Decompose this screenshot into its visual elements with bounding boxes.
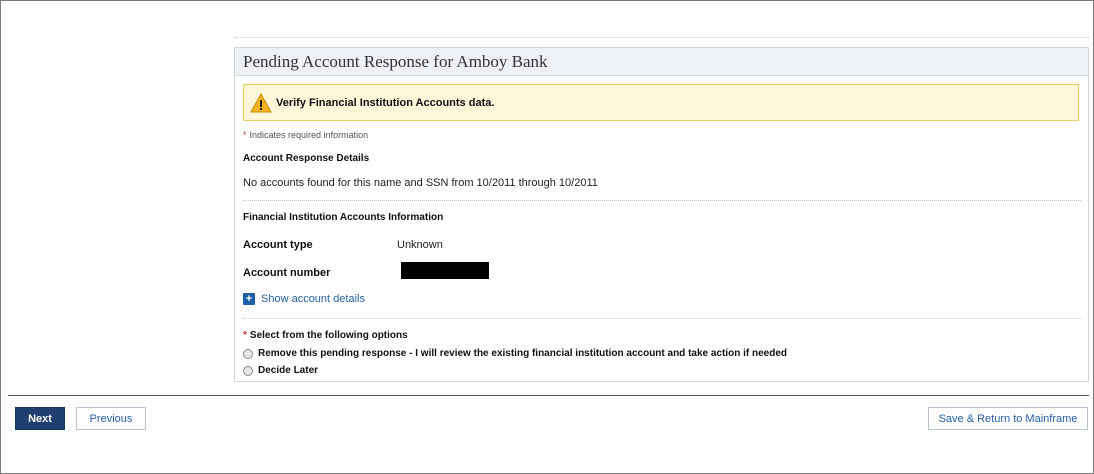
plus-icon: + [243,293,255,305]
show-account-details-link[interactable]: + Show account details [243,293,365,305]
top-divider [234,37,1089,38]
radio-button[interactable] [243,348,253,359]
required-star: * [243,130,247,140]
required-note: * Indicates required information [243,130,368,140]
radio-button[interactable] [243,365,253,376]
accounts-info-heading: Financial Institution Accounts Informati… [243,212,444,223]
required-star: * [243,330,247,341]
option-label: Decide Later [258,365,319,376]
option-label: Remove this pending response - I will re… [258,348,787,359]
section-divider [243,200,1081,201]
footer-divider [8,395,1089,396]
panel-header: Pending Account Response for Amboy Bank [235,48,1088,76]
next-button[interactable]: Next [15,407,65,430]
pending-response-panel: Pending Account Response for Amboy Bank … [234,47,1089,382]
account-number-redacted [401,262,489,279]
save-return-button[interactable]: Save & Return to Mainframe [928,407,1088,430]
panel-title: Pending Account Response for Amboy Bank [243,51,548,71]
required-note-text: Indicates required information [249,130,369,140]
options-divider [243,318,1081,319]
account-type-label: Account type [243,239,313,251]
response-details-heading: Account Response Details [243,153,370,164]
options-title: * Select from the following options [243,330,408,341]
no-accounts-message: No accounts found for this name and SSN … [243,177,598,189]
alert-message: Verify Financial Institution Accounts da… [276,96,495,109]
warning-alert: Verify Financial Institution Accounts da… [243,84,1079,121]
option-decide-later[interactable]: Decide Later [243,365,318,376]
options-title-text: Select from the following options [249,330,408,341]
warning-icon [250,92,272,112]
previous-button[interactable]: Previous [76,407,146,430]
account-type-value: Unknown [397,239,443,251]
show-account-details-label: Show account details [261,293,365,305]
account-number-label: Account number [243,267,331,279]
option-remove-response[interactable]: Remove this pending response - I will re… [243,348,787,359]
